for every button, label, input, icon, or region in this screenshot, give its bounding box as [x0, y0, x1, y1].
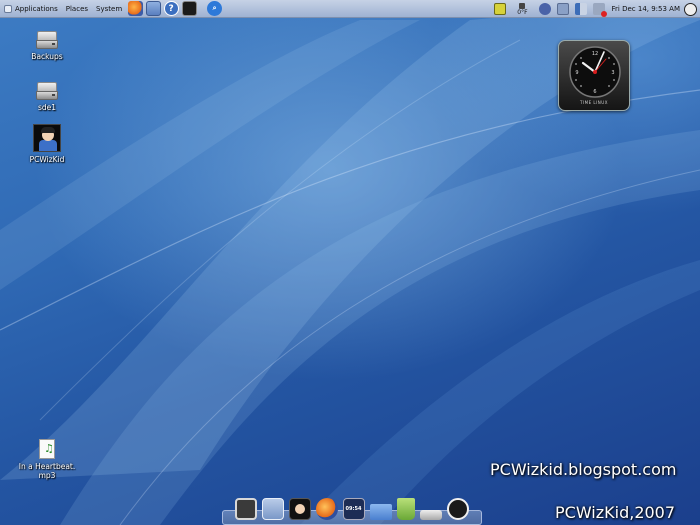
panel-tray: 0°F Fri Dec 14, 9:53 AM: [491, 0, 700, 18]
hard-drive-icon: [36, 29, 58, 49]
clock-widget-caption: TIME LINUX: [580, 100, 608, 105]
clock-widget[interactable]: 12 3 6 9 TIME LINUX: [558, 40, 630, 111]
panel-clock[interactable]: Fri Dec 14, 9:53 AM: [612, 5, 680, 13]
dock: 09:54: [232, 494, 471, 520]
gnome-foot-icon: [4, 4, 12, 13]
desktop-icon-backups[interactable]: Backups: [17, 29, 77, 61]
folder-icon[interactable]: [369, 504, 392, 520]
system-menu[interactable]: System: [92, 0, 126, 18]
terminal-icon[interactable]: [181, 1, 197, 16]
update-notifier-icon[interactable]: [592, 3, 607, 17]
desktop-icon-label: In a Heartbeat. mp3: [18, 462, 76, 480]
svg-text:6: 6: [593, 89, 596, 95]
weather-temperature: 0°F: [517, 8, 528, 16]
bluetooth-icon[interactable]: [538, 3, 551, 15]
network-icon[interactable]: [556, 3, 569, 15]
credit-watermark: PCWizKid,2007: [555, 503, 676, 522]
mail-icon[interactable]: [145, 1, 161, 16]
top-panel: Applications Places System ? ⌕ 0°F Fri D…: [0, 0, 700, 18]
svg-text:9: 9: [575, 70, 578, 76]
search-icon[interactable]: ⌕: [207, 1, 223, 16]
places-menu[interactable]: Places: [62, 0, 92, 18]
desktop-icon-label: PCWizKid: [29, 155, 65, 164]
firefox-icon[interactable]: [127, 1, 143, 16]
help-icon[interactable]: ?: [163, 1, 179, 16]
battery-icon[interactable]: [494, 3, 507, 15]
hard-drive-icon: [36, 80, 58, 100]
weather-applet[interactable]: 0°F: [517, 2, 528, 16]
power-icon[interactable]: [446, 498, 469, 520]
user-avatar-icon: [33, 124, 61, 152]
drive-icon[interactable]: [419, 510, 442, 520]
desktop-icon-sde1[interactable]: sde1: [17, 80, 77, 112]
applications-menu-label: Applications: [15, 4, 58, 13]
svg-text:3: 3: [611, 70, 614, 76]
audio-file-icon: ♫: [39, 439, 55, 459]
desktop-icon-mp3[interactable]: ♫ In a Heartbeat. mp3: [17, 439, 77, 480]
firefox-icon[interactable]: [315, 498, 338, 520]
volume-icon[interactable]: [574, 3, 587, 15]
power-icon[interactable]: [684, 2, 697, 16]
calendar-clock-icon[interactable]: 09:54: [342, 498, 365, 520]
applications-menu[interactable]: Applications: [0, 0, 62, 18]
mail-stamp-icon[interactable]: [261, 498, 284, 520]
desktop-icon-label: sde1: [37, 103, 57, 112]
dock-clock-text: 09:54: [345, 506, 362, 512]
analog-clock-face: 12 3 6 9: [569, 46, 621, 98]
places-menu-label: Places: [65, 4, 89, 13]
desktop-icon-pcwizkid[interactable]: PCWizKid: [17, 124, 77, 164]
trash-icon[interactable]: [396, 498, 415, 520]
error-badge-icon: [600, 11, 607, 17]
monitor-icon[interactable]: [234, 498, 257, 520]
system-menu-label: System: [96, 4, 123, 13]
desktop-icon-label: Backups: [31, 52, 63, 61]
blog-watermark: PCWizkid.blogspot.com: [490, 460, 677, 479]
user-avatar-icon[interactable]: [288, 498, 311, 520]
svg-text:12: 12: [592, 51, 598, 57]
